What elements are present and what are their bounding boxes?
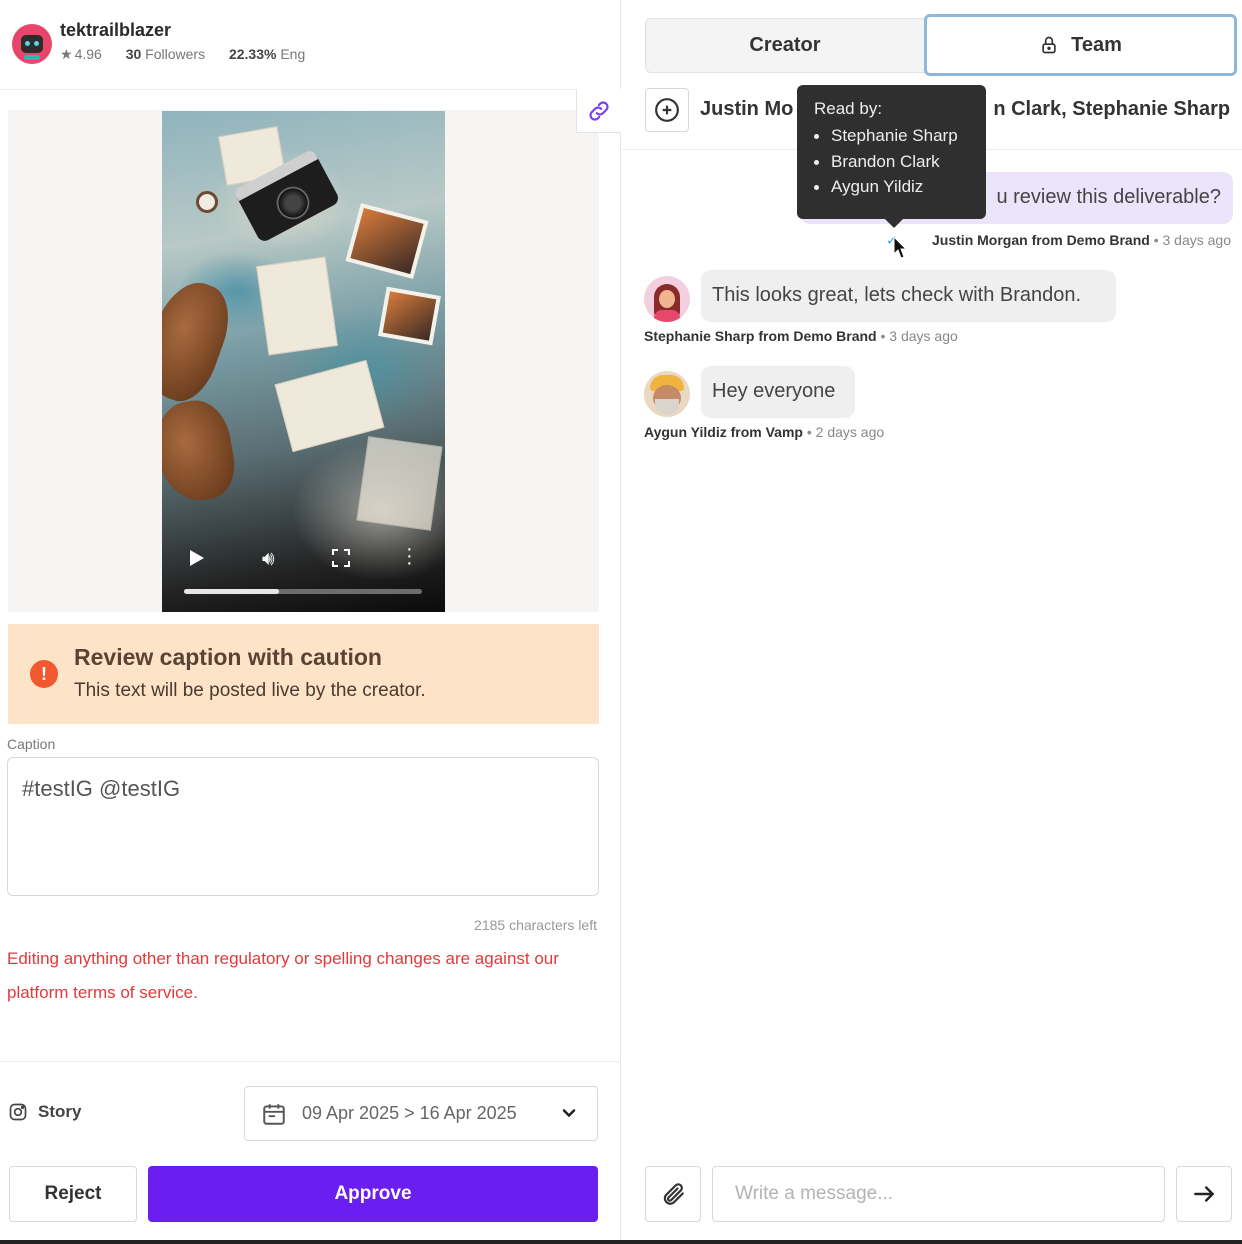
send-button[interactable]: [1176, 1166, 1232, 1222]
attach-file-button[interactable]: [645, 1166, 701, 1222]
reader-item: Aygun Yildiz: [814, 174, 986, 200]
message-meta: Justin Morgan from Demo Brand • 3 days a…: [932, 232, 1231, 248]
reader-item: Brandon Clark: [814, 149, 986, 175]
avatar: [644, 371, 690, 417]
message-bubble: This looks great, lets check with Brando…: [701, 270, 1116, 322]
message-text: Hey everyone: [712, 380, 836, 402]
tooltip-title: Read by:: [814, 99, 883, 118]
message-text: This looks great, lets check with Brando…: [712, 284, 1082, 306]
chat-panel: Creator Team Justin Mo n Clark, Stephanie…: [622, 0, 1242, 1244]
volume-icon[interactable]: 🔊︎: [262, 548, 275, 571]
participants-visible-end: n Clark, Stephanie Sharp: [993, 98, 1230, 120]
message-author: Aygun Yildiz from Vamp: [644, 424, 803, 440]
rating-stat: ★ 4.96: [60, 46, 112, 62]
reader-list: Stephanie Sharp Brandon Clark Aygun Yild…: [814, 123, 986, 200]
arrow-right-icon: [1194, 1186, 1215, 1202]
tab-creator[interactable]: Creator: [645, 18, 925, 73]
robot-eye-left: [25, 41, 30, 46]
polaroid-photo-element: [378, 286, 441, 346]
warning-title: Review caption with caution: [74, 644, 382, 670]
add-participant-button[interactable]: [645, 88, 689, 132]
reader-item: Stephanie Sharp: [814, 123, 986, 149]
plus-circle-icon: [655, 98, 679, 122]
review-panel: tektrailblazer ★ 4.96 30 Followers 22.33%…: [0, 0, 621, 1244]
video-progress-fill: [184, 589, 280, 594]
reject-button[interactable]: Reject: [9, 1166, 137, 1222]
video-player[interactable]: 🔊︎ · · ·: [162, 111, 445, 612]
avatar: [644, 276, 690, 322]
engagement-label: Eng: [280, 46, 306, 62]
video-controls: 🔊︎ · · ·: [162, 522, 445, 612]
avatar-beard: [655, 399, 679, 415]
creator-avatar[interactable]: [12, 24, 52, 64]
exclamation-icon: !: [30, 660, 58, 688]
message-time: 3 days ago: [1162, 232, 1232, 248]
paperclip-icon: [663, 1183, 684, 1205]
post-type-label: Story: [38, 1102, 82, 1121]
message-author: Justin Morgan from Demo Brand: [932, 232, 1150, 248]
caption-warning-banner: ! Review caption with caution This text …: [8, 624, 599, 724]
section-divider: [0, 1061, 621, 1062]
watch-photo-element: [196, 191, 218, 213]
message-author: Stephanie Sharp from Demo Brand: [644, 328, 877, 344]
avatar-shirt: [654, 310, 680, 322]
notes-photo-element: [356, 436, 443, 531]
mouse-cursor-icon: [893, 236, 907, 259]
message-time: 3 days ago: [889, 328, 958, 344]
play-icon[interactable]: [190, 550, 204, 566]
characters-left-counter: 2185 characters left: [474, 917, 597, 933]
followers-count: 30: [125, 46, 142, 62]
engagement-stat: 22.33% Eng: [229, 46, 315, 62]
approve-button[interactable]: Approve: [148, 1166, 598, 1222]
fullscreen-icon[interactable]: [332, 549, 350, 567]
video-progress-bar[interactable]: [184, 589, 422, 594]
tab-team-label: Team: [1071, 33, 1122, 56]
caption-label: Caption: [7, 736, 56, 752]
robot-eye-right: [34, 41, 39, 46]
date-range-value: 09 Apr 2025 > 16 Apr 2025: [302, 1103, 517, 1123]
copy-link-button[interactable]: [576, 89, 621, 133]
date-range-select[interactable]: 09 Apr 2025 > 16 Apr 2025: [244, 1086, 598, 1141]
calendar-icon: [263, 1104, 285, 1125]
avatar-face: [659, 290, 675, 308]
polaroid-photo-element: [345, 202, 429, 280]
lock-icon: [1042, 36, 1056, 54]
bottom-edge: [0, 1240, 1242, 1244]
message-bubble: Hey everyone: [701, 366, 855, 418]
tab-creator-label: Creator: [749, 34, 821, 56]
message-meta: Stephanie Sharp from Demo Brand • 3 days…: [644, 328, 958, 344]
followers-label: Followers: [145, 46, 206, 62]
tab-team[interactable]: Team: [924, 14, 1237, 76]
boot-photo-element: [162, 395, 241, 507]
chevron-down-icon: [562, 1109, 576, 1118]
terms-of-service-warning: Editing anything other than regulatory o…: [7, 949, 559, 1002]
caption-input[interactable]: [7, 757, 599, 896]
message-input[interactable]: [712, 1166, 1165, 1222]
post-type: Story: [8, 1102, 81, 1122]
notebook-photo-element: [256, 256, 338, 356]
instagram-icon: [9, 1103, 27, 1121]
link-icon: [589, 100, 609, 121]
rating-value: 4.96: [74, 46, 102, 62]
read-by-tooltip: Read by: Stephanie Sharp Brandon Clark A…: [797, 85, 986, 228]
robot-mouth: [24, 55, 40, 60]
creator-username[interactable]: tektrailblazer: [60, 20, 171, 41]
star-icon: ★: [60, 46, 73, 62]
creator-profile-header: tektrailblazer ★ 4.96 30 Followers 22.33%…: [0, 0, 621, 90]
warning-text: This text will be posted live by the cre…: [74, 680, 426, 701]
message-meta: Aygun Yildiz from Vamp • 2 days ago: [644, 424, 885, 440]
engagement-value: 22.33%: [228, 46, 277, 62]
participants-visible-start: Justin Mo: [700, 98, 794, 120]
more-options-icon[interactable]: · · ·: [406, 539, 413, 573]
message-text: u review this deliverable?: [996, 186, 1221, 208]
message-time: 2 days ago: [815, 424, 885, 440]
followers-stat: 30 Followers: [126, 46, 215, 62]
creator-stats: ★ 4.96 30 Followers 22.33% Eng: [60, 46, 325, 63]
robot-icon: [21, 35, 43, 53]
boot-photo-element: [162, 272, 241, 410]
